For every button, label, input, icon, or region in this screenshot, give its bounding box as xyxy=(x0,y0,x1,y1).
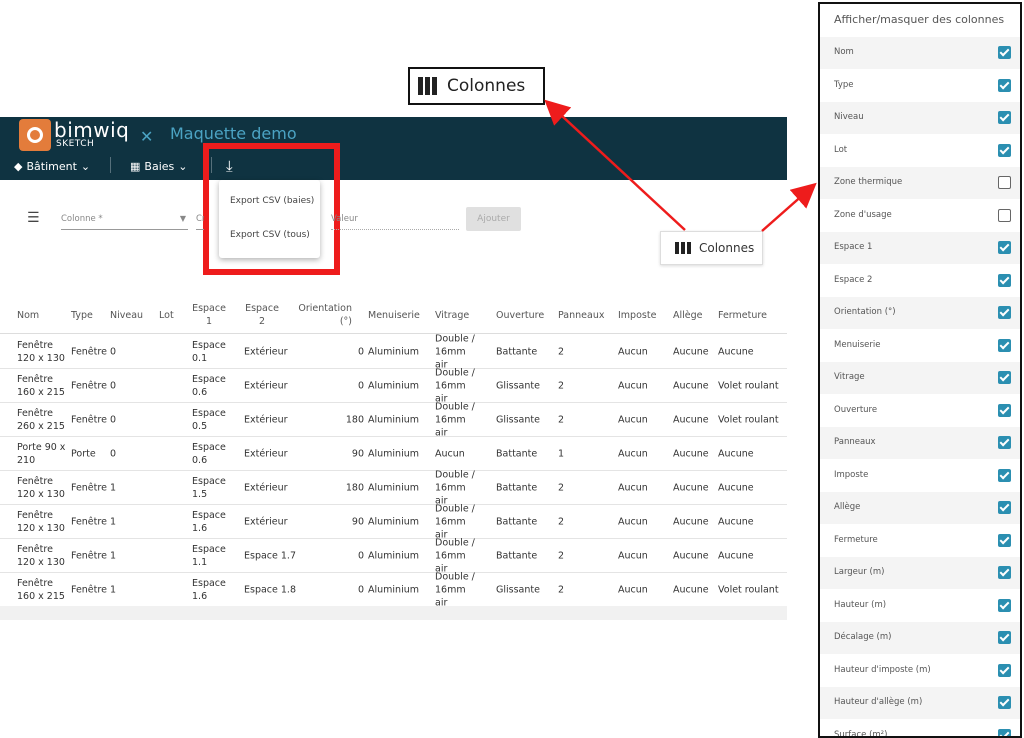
column-toggle-checkbox[interactable] xyxy=(998,728,1011,736)
column-toggle-row[interactable]: Niveau xyxy=(820,102,1020,134)
column-toggle-checkbox[interactable] xyxy=(998,468,1011,482)
column-toggle-row[interactable]: Ouverture xyxy=(820,395,1020,427)
column-toggle-row[interactable]: Zone thermique xyxy=(820,167,1020,199)
column-toggle-label: Espace 1 xyxy=(834,242,873,252)
column-toggle-label: Ouverture xyxy=(834,404,878,415)
column-toggle-checkbox[interactable] xyxy=(998,78,1011,92)
column-toggle-label: Zone d'usage xyxy=(834,209,892,220)
column-toggle-label: Décalage (m) xyxy=(834,632,892,642)
column-toggle-checkbox[interactable] xyxy=(998,306,1011,319)
column-toggle-checkbox[interactable] xyxy=(998,403,1011,417)
column-toggle-row[interactable]: Panneaux xyxy=(820,427,1020,459)
column-toggle-checkbox[interactable] xyxy=(998,176,1011,189)
column-toggle-row[interactable]: Allège xyxy=(820,492,1020,524)
column-toggle-label: Imposte xyxy=(834,469,869,480)
column-toggle-row[interactable]: Décalage (m) xyxy=(820,622,1020,654)
column-toggle-checkbox[interactable] xyxy=(998,143,1011,157)
column-toggle-row[interactable]: Largeur (m) xyxy=(820,557,1020,589)
arrow-to-panel xyxy=(761,182,817,232)
column-toggle-label: Hauteur d'imposte (m) xyxy=(834,664,931,675)
column-toggle-label: Zone thermique xyxy=(834,177,903,187)
column-toggle-row[interactable]: Orientation (°) xyxy=(820,297,1020,329)
panel-title: Afficher/masquer des colonnes xyxy=(834,13,1005,26)
column-toggle-checkbox[interactable] xyxy=(998,46,1011,59)
column-toggle-row[interactable]: Imposte xyxy=(820,460,1020,492)
column-toggle-label: Hauteur d'allège (m) xyxy=(834,697,923,707)
column-toggle-row[interactable]: Espace 2 xyxy=(820,265,1020,297)
column-toggle-label: Fermeture xyxy=(834,534,878,545)
column-toggle-checkbox[interactable] xyxy=(998,208,1011,222)
column-toggle-label: Orientation (°) xyxy=(834,307,896,317)
column-toggle-checkbox[interactable] xyxy=(998,111,1011,124)
column-toggle-row[interactable]: Hauteur d'allège (m) xyxy=(820,687,1020,719)
column-toggle-row[interactable]: Lot xyxy=(820,135,1020,167)
column-visibility-panel: Afficher/masquer des colonnes Nom Type Niv… xyxy=(818,2,1022,738)
column-toggle-row[interactable]: Nom xyxy=(820,37,1020,69)
column-toggle-row[interactable]: Type xyxy=(820,70,1020,102)
column-toggle-label: Espace 2 xyxy=(834,274,873,285)
column-toggle-checkbox[interactable] xyxy=(998,631,1011,644)
column-toggle-checkbox[interactable] xyxy=(998,566,1011,579)
column-toggle-checkbox[interactable] xyxy=(998,273,1011,287)
column-toggle-row[interactable]: Fermeture xyxy=(820,525,1020,557)
column-toggle-label: Menuiserie xyxy=(834,339,881,350)
column-toggle-checkbox[interactable] xyxy=(998,501,1011,514)
column-toggle-checkbox[interactable] xyxy=(998,436,1011,449)
column-toggle-checkbox[interactable] xyxy=(998,241,1011,254)
column-toggle-label: Nom xyxy=(834,47,854,57)
column-toggle-row[interactable]: Hauteur d'imposte (m) xyxy=(820,655,1020,687)
arrow-to-callout xyxy=(544,99,686,231)
column-toggle-checkbox[interactable] xyxy=(998,533,1011,547)
column-toggle-checkbox[interactable] xyxy=(998,338,1011,352)
column-toggle-label: Niveau xyxy=(834,112,864,122)
column-toggle-checkbox[interactable] xyxy=(998,696,1011,709)
column-toggle-label: Allège xyxy=(834,502,861,512)
column-toggle-row[interactable]: Zone d'usage xyxy=(820,200,1020,232)
column-toggle-label: Panneaux xyxy=(834,437,876,447)
column-toggle-row[interactable]: Surface (m²) xyxy=(820,720,1020,738)
column-toggle-row[interactable]: Menuiserie xyxy=(820,330,1020,362)
column-toggle-checkbox[interactable] xyxy=(998,598,1011,612)
column-toggle-label: Lot xyxy=(834,144,848,155)
column-toggle-label: Largeur (m) xyxy=(834,567,885,577)
column-toggle-checkbox[interactable] xyxy=(998,663,1011,677)
column-toggle-row[interactable]: Vitrage xyxy=(820,362,1020,394)
column-toggle-label: Vitrage xyxy=(834,372,865,382)
column-toggle-row[interactable]: Hauteur (m) xyxy=(820,590,1020,622)
column-toggle-label: Type xyxy=(834,79,854,90)
column-toggle-checkbox[interactable] xyxy=(998,371,1011,384)
column-toggle-row[interactable]: Espace 1 xyxy=(820,232,1020,264)
column-toggle-label: Surface (m²) xyxy=(834,729,888,738)
column-toggle-label: Hauteur (m) xyxy=(834,599,887,610)
